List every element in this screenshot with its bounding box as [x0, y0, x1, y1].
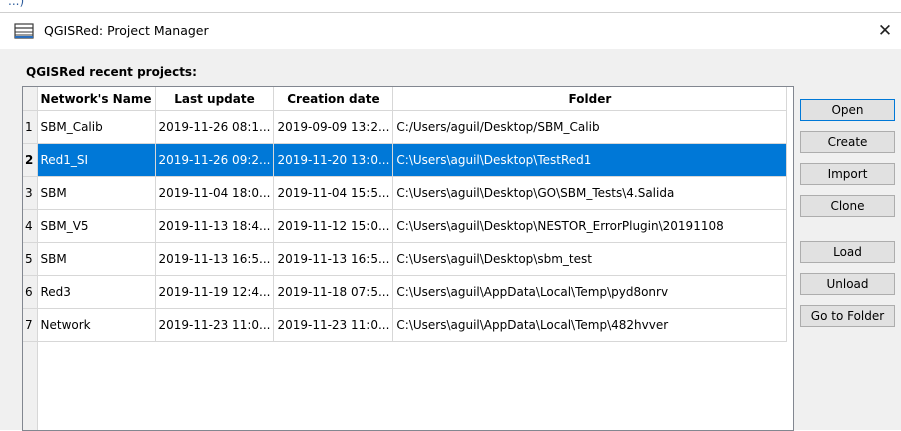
cell-name[interactable]: SBM_V5 [37, 209, 156, 243]
open-button[interactable]: Open [800, 99, 895, 121]
cell-folder[interactable]: C:\Users\aguil\AppData\Local\Temp\pyd8on… [392, 275, 788, 309]
row-number[interactable]: 7 [23, 308, 38, 342]
table-row[interactable]: 5 SBM 2019-11-13 16:5... 2019-11-13 16:5… [23, 242, 788, 276]
column-header-last-update[interactable]: Last update [155, 87, 275, 111]
cell-creation-date[interactable]: 2019-11-18 07:5... [273, 275, 394, 309]
import-button[interactable]: Import [800, 163, 895, 185]
qgisred-table-icon [14, 23, 34, 39]
cell-last-update[interactable]: 2019-11-04 18:0... [155, 176, 275, 210]
recent-projects-table[interactable]: Network's Name Last update Creation date… [22, 86, 794, 431]
cell-name[interactable]: Network [37, 308, 156, 342]
cell-creation-date[interactable]: 2019-11-13 16:5... [273, 242, 394, 276]
cell-creation-date[interactable]: 2019-11-20 13:0... [273, 143, 394, 177]
row-number[interactable]: 5 [23, 242, 38, 276]
create-button[interactable]: Create [800, 131, 895, 153]
cell-last-update[interactable]: 2019-11-26 09:2... [155, 143, 275, 177]
title-bar[interactable]: QGISRed: Project Manager ✕ [0, 13, 901, 49]
close-icon[interactable]: ✕ [874, 19, 896, 43]
column-header-name[interactable]: Network's Name [37, 87, 156, 111]
cell-last-update[interactable]: 2019-11-13 16:5... [155, 242, 275, 276]
background-text-fragment: ...) [8, 0, 25, 8]
row-number[interactable]: 4 [23, 209, 38, 243]
table-header-row: Network's Name Last update Creation date… [23, 87, 788, 111]
table-row[interactable]: 3 SBM 2019-11-04 18:0... 2019-11-04 15:5… [23, 176, 788, 210]
background-window-strip: ...) [0, 0, 901, 12]
cell-name[interactable]: SBM_Calib [37, 110, 156, 144]
cell-name[interactable]: Red3 [37, 275, 156, 309]
cell-creation-date[interactable]: 2019-11-04 15:5... [273, 176, 394, 210]
projects-grid: Network's Name Last update Creation date… [23, 87, 788, 342]
row-header-filler [23, 342, 38, 430]
cell-name[interactable]: SBM [37, 176, 156, 210]
table-row[interactable]: 6 Red3 2019-11-19 12:4... 2019-11-18 07:… [23, 275, 788, 309]
cell-last-update[interactable]: 2019-11-26 08:1... [155, 110, 275, 144]
table-row[interactable]: 1 SBM_Calib 2019-11-26 08:1... 2019-09-0… [23, 110, 788, 144]
cell-last-update[interactable]: 2019-11-23 11:0... [155, 308, 275, 342]
column-header-creation-date[interactable]: Creation date [273, 87, 394, 111]
window-title: QGISRed: Project Manager [44, 23, 209, 38]
row-number[interactable]: 1 [23, 110, 38, 144]
row-number[interactable]: 3 [23, 176, 38, 210]
cell-folder[interactable]: C:\Users\aguil\Desktop\NESTOR_ErrorPlugi… [392, 209, 788, 243]
cell-name[interactable]: SBM [37, 242, 156, 276]
cell-folder[interactable]: C:\Users\aguil\Desktop\TestRed1 [392, 143, 788, 177]
unload-button[interactable]: Unload [800, 273, 895, 295]
cell-last-update[interactable]: 2019-11-19 12:4... [155, 275, 275, 309]
table-row-selected[interactable]: 2 Red1_SI 2019-11-26 09:2... 2019-11-20 … [23, 143, 788, 177]
cell-folder[interactable]: C:/Users/aguil/Desktop/SBM_Calib [392, 110, 788, 144]
go-to-folder-button[interactable]: Go to Folder [800, 305, 895, 327]
cell-creation-date[interactable]: 2019-11-23 11:0... [273, 308, 394, 342]
corner-cell[interactable] [23, 87, 38, 111]
load-button[interactable]: Load [800, 241, 895, 263]
recent-projects-label: QGISRed recent projects: [26, 65, 197, 79]
project-manager-dialog: QGISRed: Project Manager ✕ QGISRed recen… [0, 12, 901, 431]
table-row[interactable]: 7 Network 2019-11-23 11:0... 2019-11-23 … [23, 308, 788, 342]
row-number[interactable]: 6 [23, 275, 38, 309]
cell-creation-date[interactable]: 2019-11-12 15:0... [273, 209, 394, 243]
cell-folder[interactable]: C:\Users\aguil\AppData\Local\Temp\482hvv… [392, 308, 788, 342]
cell-last-update[interactable]: 2019-11-13 18:4... [155, 209, 275, 243]
cell-folder[interactable]: C:\Users\aguil\Desktop\GO\SBM_Tests\4.Sa… [392, 176, 788, 210]
cell-folder[interactable]: C:\Users\aguil\Desktop\sbm_test [392, 242, 788, 276]
clone-button[interactable]: Clone [800, 195, 895, 217]
table-row[interactable]: 4 SBM_V5 2019-11-13 18:4... 2019-11-12 1… [23, 209, 788, 243]
row-number[interactable]: 2 [23, 143, 38, 177]
cell-creation-date[interactable]: 2019-09-09 13:2... [273, 110, 394, 144]
column-header-folder[interactable]: Folder [392, 87, 788, 111]
cell-name[interactable]: Red1_SI [37, 143, 156, 177]
